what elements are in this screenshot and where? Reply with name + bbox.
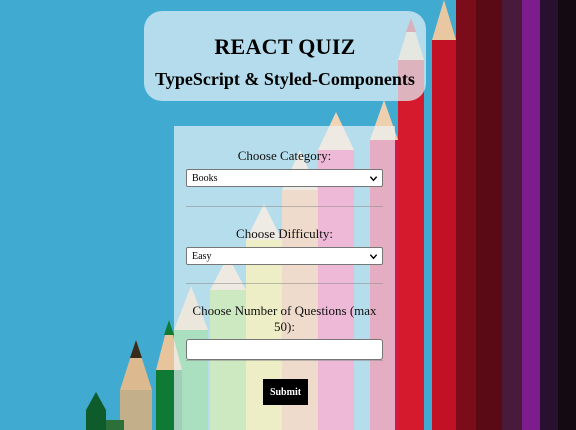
page-title: REACT QUIZ (214, 34, 356, 59)
questions-label: Choose Number of Questions (max 50): (192, 303, 377, 334)
category-selected-value: Books (192, 172, 218, 184)
chevron-down-icon (369, 175, 378, 181)
category-label: Choose Category: (237, 148, 332, 163)
difficulty-label: Choose Difficulty: (236, 226, 333, 241)
difficulty-select[interactable]: Easy (186, 247, 383, 265)
difficulty-field: Choose Difficulty: Easy (186, 226, 383, 265)
divider (186, 283, 383, 284)
divider (186, 206, 383, 207)
page-subtitle: TypeScript & Styled-Components (155, 69, 415, 89)
quiz-settings-form: Choose Category: Books Choose Difficulty… (174, 126, 395, 430)
questions-field: Choose Number of Questions (max 50): (186, 303, 383, 360)
difficulty-selected-value: Easy (192, 250, 212, 262)
category-select[interactable]: Books (186, 169, 383, 187)
chevron-down-icon (369, 253, 378, 259)
submit-button[interactable]: Submit (263, 379, 308, 405)
questions-count-input[interactable] (186, 339, 383, 360)
quiz-header: REACT QUIZ TypeScript & Styled-Component… (144, 11, 426, 101)
category-field: Choose Category: Books (186, 148, 383, 187)
divider (186, 360, 383, 361)
